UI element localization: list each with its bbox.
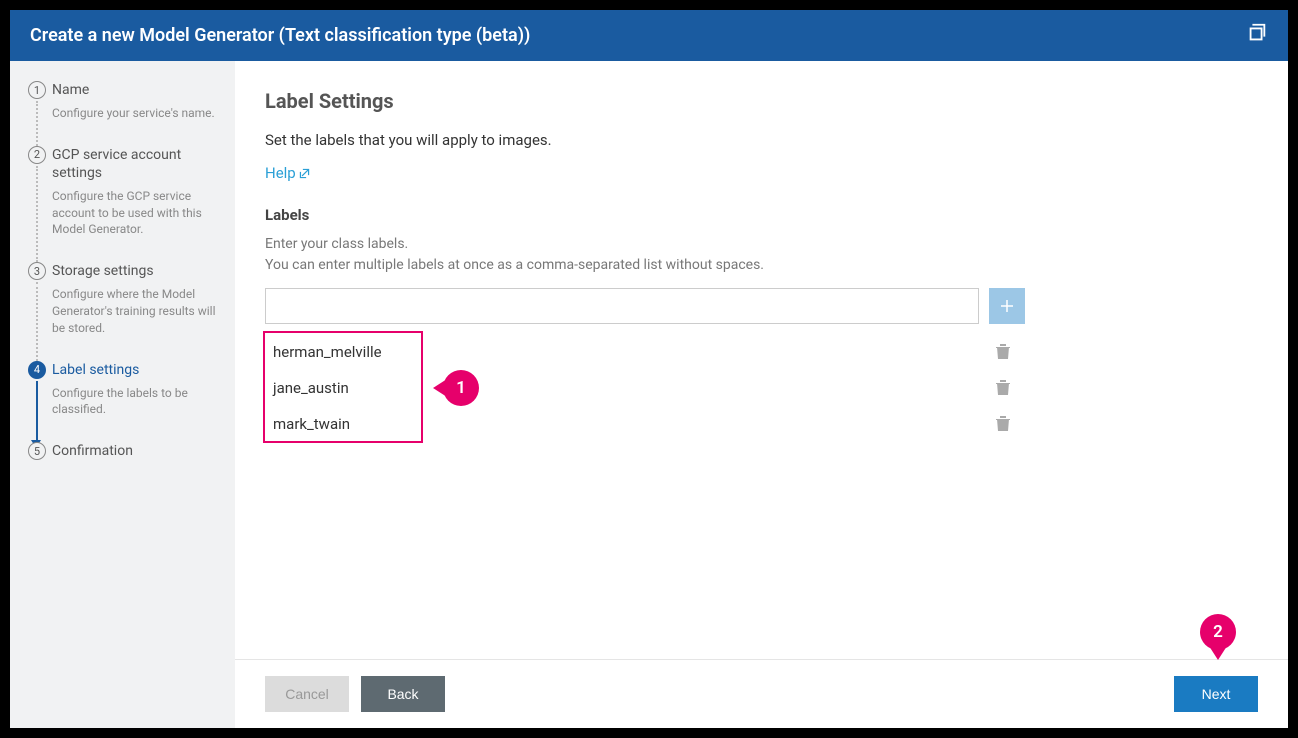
step-storage[interactable]: 3 Storage settings Configure where the M… (28, 262, 221, 336)
step-desc: Configure where the Model Generator's tr… (52, 286, 221, 336)
step-number-icon: 4 (28, 361, 46, 379)
main: Label Settings Set the labels that you w… (235, 61, 1288, 728)
footer: 2 Cancel Back Next (235, 659, 1288, 728)
page-title: Create a new Model Generator (Text class… (30, 25, 530, 46)
label-text: jane_austin (265, 379, 349, 397)
add-label-button[interactable] (989, 288, 1025, 324)
help-link[interactable]: Help (265, 164, 311, 182)
step-confirmation[interactable]: 5 Confirmation (28, 442, 221, 460)
step-connector (36, 101, 38, 146)
label-input[interactable] (265, 288, 979, 324)
delete-label-button[interactable] (991, 412, 1015, 436)
step-connector (36, 381, 38, 443)
step-number-icon: 3 (28, 262, 46, 280)
hint-line1: Enter your class labels. (265, 236, 408, 252)
hint-line2: You can enter multiple labels at once as… (265, 257, 764, 273)
back-button[interactable]: Back (361, 676, 445, 712)
step-title: Storage settings (52, 262, 221, 280)
body: 1 Name Configure your service's name. 2 … (10, 61, 1288, 728)
step-title: Name (52, 81, 221, 99)
titlebar: Create a new Model Generator (Text class… (10, 10, 1288, 61)
page-subtitle: Set the labels that you will apply to im… (265, 131, 1258, 149)
label-row: jane_austin (265, 370, 1025, 406)
library-icon[interactable] (1246, 22, 1268, 49)
label-row: herman_melville (265, 334, 1025, 370)
labels-list: 1 herman_melville jane_austin (265, 334, 1025, 442)
label-input-row (265, 288, 1025, 324)
labels-hint: Enter your class labels. You can enter m… (265, 234, 1258, 276)
content: Label Settings Set the labels that you w… (235, 61, 1288, 659)
sidebar: 1 Name Configure your service's name. 2 … (10, 61, 235, 728)
label-text: herman_melville (265, 343, 382, 361)
step-name[interactable]: 1 Name Configure your service's name. (28, 81, 221, 122)
help-link-label: Help (265, 164, 296, 182)
step-title: Label settings (52, 361, 221, 379)
step-title: Confirmation (52, 442, 221, 460)
trash-icon (996, 380, 1010, 396)
delete-label-button[interactable] (991, 340, 1015, 364)
step-gcp[interactable]: 2 GCP service account settings Configure… (28, 146, 221, 238)
trash-icon (996, 344, 1010, 360)
labels-section-title: Labels (265, 206, 1258, 224)
delete-label-button[interactable] (991, 376, 1015, 400)
label-text: mark_twain (265, 415, 350, 433)
step-number-icon: 2 (28, 146, 46, 164)
step-number-icon: 5 (28, 442, 46, 460)
step-desc: Configure the labels to be classified. (52, 385, 221, 419)
external-link-icon (298, 167, 311, 180)
step-desc: Configure your service's name. (52, 105, 221, 122)
label-row: mark_twain (265, 406, 1025, 442)
page-heading: Label Settings (265, 89, 1258, 113)
trash-icon (996, 416, 1010, 432)
footer-left: Cancel Back (265, 676, 445, 712)
step-connector (36, 166, 38, 262)
step-connector (36, 282, 38, 360)
plus-icon (998, 297, 1016, 315)
step-desc: Configure the GCP service account to be … (52, 188, 221, 238)
next-button[interactable]: Next (1174, 676, 1258, 712)
step-label-settings[interactable]: 4 Label settings Configure the labels to… (28, 361, 221, 419)
window: Create a new Model Generator (Text class… (10, 10, 1288, 728)
step-number-icon: 1 (28, 81, 46, 99)
footer-right: Next (1174, 676, 1258, 712)
step-title: GCP service account settings (52, 146, 221, 182)
cancel-button[interactable]: Cancel (265, 676, 349, 712)
